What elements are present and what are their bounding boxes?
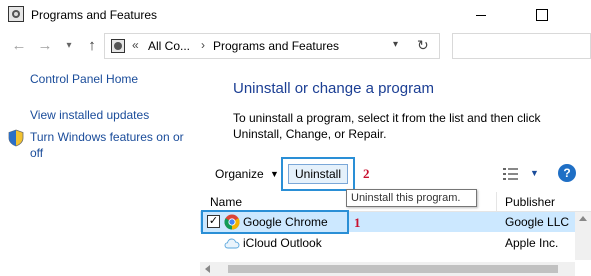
uninstall-highlight-box: Uninstall (281, 157, 355, 191)
forward-arrow-icon[interactable]: → (36, 36, 54, 54)
uninstall-tooltip: Uninstall this program. (346, 189, 477, 207)
program-publisher: Apple Inc. (505, 236, 559, 250)
help-icon[interactable]: ? (558, 164, 576, 182)
recent-locations-dropdown[interactable]: ▾ (60, 36, 78, 54)
up-arrow-icon[interactable]: ↑ (83, 36, 101, 54)
column-header-name[interactable]: Name (210, 195, 242, 209)
search-input[interactable] (452, 33, 591, 59)
organize-dropdown-icon[interactable]: ▼ (270, 169, 279, 179)
refresh-icon[interactable]: ↻ (417, 37, 429, 54)
table-row[interactable]: iCloud Outlook Apple Inc. (200, 233, 591, 253)
callout-number-1: 1 (354, 215, 361, 230)
program-name: iCloud Outlook (243, 236, 322, 250)
breadcrumb-overflow[interactable]: « (132, 38, 139, 52)
column-divider[interactable] (496, 192, 497, 212)
page-title: Uninstall or change a program (233, 80, 434, 97)
view-options-icon[interactable] (503, 167, 519, 181)
breadcrumb-programs-features[interactable]: Programs and Features (213, 39, 339, 53)
program-publisher: Google LLC (505, 215, 570, 229)
scroll-left-arrow-icon[interactable] (205, 265, 210, 273)
programs-features-icon (111, 39, 125, 53)
breadcrumb-separator: › (201, 38, 205, 52)
windows-features-link[interactable]: Turn Windows features on or off (30, 129, 195, 161)
programs-features-icon (8, 6, 24, 22)
address-bar[interactable]: « All Co... › Programs and Features ▾ ↻ (104, 33, 440, 59)
uninstall-button[interactable]: Uninstall (288, 164, 348, 184)
command-toolbar: Organize ▼ Uninstall 2 ▼ ? (200, 156, 591, 192)
scrollbar-thumb[interactable] (228, 265, 558, 273)
column-header-publisher[interactable]: Publisher (505, 195, 555, 209)
callout-number-2: 2 (363, 166, 370, 181)
view-installed-updates-link[interactable]: View installed updates (30, 107, 149, 123)
maximize-button[interactable] (520, 0, 564, 30)
page-description: To uninstall a program, select it from t… (233, 111, 541, 141)
title-bar: Programs and Features (0, 0, 591, 30)
address-dropdown-icon[interactable]: ▾ (393, 39, 398, 50)
row-highlight-box (201, 210, 349, 234)
shield-icon (8, 129, 24, 147)
minimize-button[interactable] (459, 0, 503, 30)
horizontal-scrollbar[interactable] (200, 262, 575, 276)
back-arrow-icon[interactable]: ← (10, 36, 28, 54)
vertical-scrollbar[interactable] (575, 212, 591, 260)
icloud-icon (224, 238, 240, 249)
breadcrumb-all-control-panel[interactable]: All Co... (148, 39, 190, 53)
window-title: Programs and Features (31, 8, 158, 22)
control-panel-home-link[interactable]: Control Panel Home (30, 71, 138, 87)
navigation-bar: ← → ▾ ↑ « All Co... › Programs and Featu… (0, 30, 591, 62)
view-dropdown-icon[interactable]: ▼ (530, 168, 539, 178)
organize-menu[interactable]: Organize (215, 167, 264, 181)
